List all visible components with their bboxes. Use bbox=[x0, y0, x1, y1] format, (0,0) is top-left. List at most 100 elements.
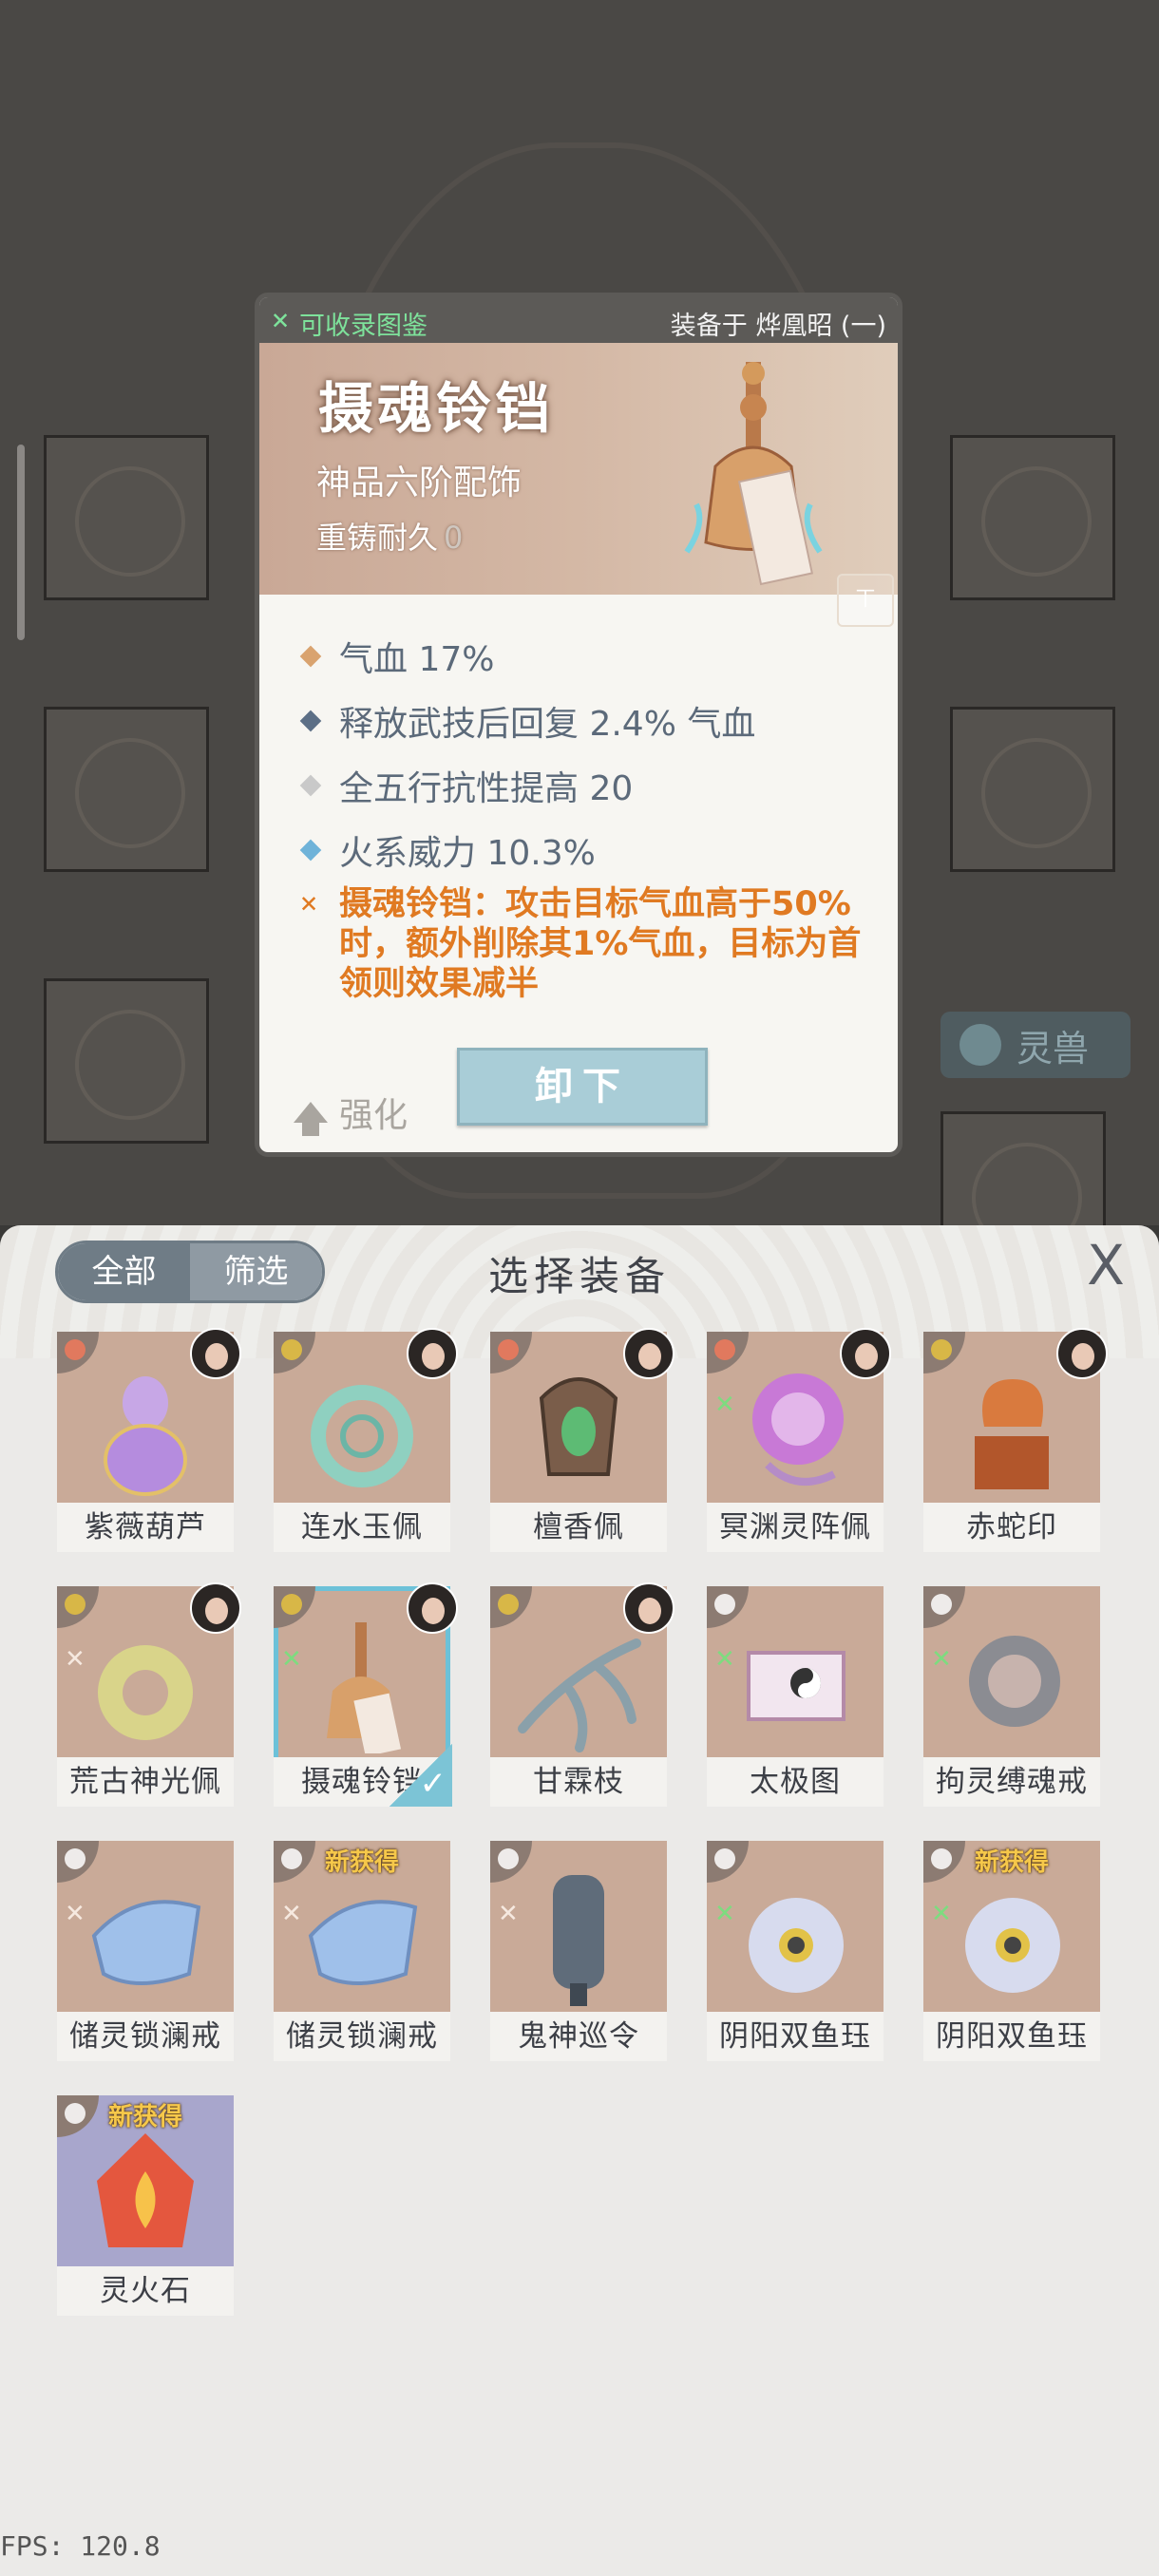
stat-text: 气血 17% bbox=[339, 640, 495, 679]
yin-yang-jade-icon bbox=[749, 1898, 844, 1993]
item-label: 鬼神巡令 bbox=[490, 2012, 667, 2061]
unequip-button[interactable]: 卸下 bbox=[457, 1048, 708, 1126]
scroll-indicator bbox=[17, 445, 25, 640]
bg-equip-slot[interactable] bbox=[44, 435, 209, 600]
branch-icon bbox=[518, 1638, 641, 1752]
item-label: 太极图 bbox=[707, 1757, 884, 1807]
equipment-item[interactable]: 甘霖枝 bbox=[490, 1582, 674, 1807]
item-label: 阴阳双鱼珏 bbox=[707, 2012, 884, 2061]
enhance-label: 强化 bbox=[339, 1096, 408, 1135]
close-icon[interactable]: X bbox=[1077, 1237, 1134, 1294]
item-label: 檀香佩 bbox=[490, 1503, 667, 1552]
bell-item-icon bbox=[327, 1622, 402, 1753]
upgrade-arrow-icon bbox=[294, 1102, 328, 1136]
character-avatar bbox=[623, 1582, 674, 1634]
gourd-icon bbox=[104, 1376, 187, 1496]
equipment-item[interactable]: ✕ 鬼神巡令 bbox=[490, 1841, 667, 2061]
new-badge: 新获得 bbox=[324, 1848, 399, 1877]
diamond-bullet-icon bbox=[299, 645, 322, 668]
stat-text: 火系威力 10.3% bbox=[339, 834, 596, 873]
bg-equip-slot[interactable] bbox=[44, 707, 209, 872]
item-label: 冥渊灵阵佩 bbox=[707, 1503, 884, 1552]
item-rank: 神品六阶配饰 bbox=[316, 464, 522, 502]
item-label: 赤蛇印 bbox=[923, 1503, 1100, 1552]
item-label: 荒古神光佩 bbox=[57, 1757, 234, 1807]
equipment-item[interactable]: ✕ 冥渊灵阵佩 bbox=[707, 1328, 891, 1552]
equipment-item[interactable]: ✕ 太极图 bbox=[707, 1586, 884, 1807]
formation-pendant-icon bbox=[752, 1373, 844, 1486]
spirit-beast-icon bbox=[960, 1024, 1001, 1066]
equipment-item[interactable]: 檀香佩 bbox=[490, 1328, 674, 1552]
special-effect: 摄魂铃铛：攻击目标气血高于50%时，额外削除其1%气血，目标为首领则效果减半 bbox=[297, 884, 877, 1004]
durability-label: 重铸耐久 bbox=[316, 520, 439, 556]
fps-counter: FPS: 120.8 bbox=[0, 2530, 161, 2562]
equipment-item-selected[interactable]: ✕ 摄魂铃铛 bbox=[274, 1582, 458, 1807]
wave-ring-icon bbox=[91, 1900, 201, 1985]
tooltip-header: 摄魂铃铛 神品六阶配饰 重铸耐久 0 ⊤ bbox=[259, 343, 898, 627]
durability: 重铸耐久 0 bbox=[316, 514, 463, 558]
item-label: 连水玉佩 bbox=[274, 1503, 450, 1552]
taiji-scroll-icon bbox=[747, 1651, 846, 1721]
ghost-token-icon bbox=[553, 1875, 604, 2006]
soul-ring-icon bbox=[969, 1636, 1060, 1727]
stat-line: 全五行抗性提高 20 bbox=[297, 761, 633, 810]
diamond-bullet-icon bbox=[299, 774, 322, 797]
character-avatar bbox=[623, 1328, 674, 1379]
item-tooltip: 可收录图鉴 装备于 烨凰昭 (一) 摄魂铃铛 神品六阶配饰 重铸耐久0 ⊤ 气血… bbox=[255, 293, 902, 1157]
equipment-item[interactable]: ✕ 新获得 阴阳双鱼珏 bbox=[923, 1841, 1100, 2061]
collectible-tag: 可收录图鉴 bbox=[269, 305, 428, 342]
bell-item-image bbox=[684, 362, 823, 586]
snake-seal-icon bbox=[975, 1379, 1049, 1489]
character-avatar bbox=[840, 1328, 891, 1379]
bg-equip-slot[interactable] bbox=[950, 435, 1115, 600]
stat-line: 释放武技后回复 2.4% 气血 bbox=[297, 696, 755, 746]
lock-button[interactable]: ⊤ bbox=[837, 574, 894, 627]
stat-text: 释放武技后回复 2.4% 气血 bbox=[339, 705, 756, 744]
tab-spirit-beast[interactable]: 灵兽 bbox=[940, 1012, 1130, 1078]
equipment-item[interactable]: ✕ 荒古神光佩 bbox=[57, 1582, 241, 1807]
equipment-item[interactable]: 新获得 灵火石 bbox=[57, 2095, 234, 2316]
character-avatar bbox=[1056, 1328, 1108, 1379]
collectible-label: 可收录图鉴 bbox=[299, 312, 428, 341]
equipment-item[interactable]: ✕ 拘灵缚魂戒 bbox=[923, 1586, 1100, 1807]
jade-pendant-icon bbox=[311, 1385, 413, 1487]
collect-icon bbox=[269, 308, 294, 336]
item-label: 紫薇葫芦 bbox=[57, 1503, 234, 1552]
character-avatar bbox=[407, 1582, 458, 1634]
item-label: 储灵锁澜戒 bbox=[57, 2012, 234, 2061]
stat-line: 火系威力 10.3% bbox=[297, 825, 596, 875]
new-badge: 新获得 bbox=[974, 1848, 1049, 1877]
bg-equip-slot[interactable] bbox=[940, 1111, 1106, 1225]
tab-spirit-beast-label: 灵兽 bbox=[1016, 1027, 1090, 1070]
character-avatar bbox=[407, 1328, 458, 1379]
panel-title: 选择装备 bbox=[487, 1253, 671, 1299]
wave-ring-icon bbox=[308, 1900, 418, 1985]
bg-equip-slot[interactable] bbox=[950, 707, 1115, 872]
special-effect-text: 摄魂铃铛：攻击目标气血高于50%时，额外削除其1%气血，目标为首领则效果减半 bbox=[339, 885, 862, 1003]
diamond-bullet-icon bbox=[299, 710, 322, 732]
selected-check-icon bbox=[390, 1744, 452, 1807]
item-label: 拘灵缚魂戒 bbox=[923, 1757, 1100, 1807]
equipped-by: 装备于 烨凰昭 (一) bbox=[670, 312, 886, 341]
stat-text: 全五行抗性提高 20 bbox=[339, 769, 634, 808]
item-name: 摄魂铃铛 bbox=[318, 376, 555, 441]
equipment-item[interactable]: 赤蛇印 bbox=[923, 1328, 1108, 1552]
equipment-item[interactable]: ✕ 储灵锁澜戒 bbox=[57, 1841, 234, 2061]
item-label: 甘霖枝 bbox=[490, 1757, 667, 1807]
special-effect-icon bbox=[297, 884, 322, 924]
yin-yang-jade-icon bbox=[965, 1898, 1060, 1993]
tooltip-topbar: 可收录图鉴 装备于 烨凰昭 (一) bbox=[259, 297, 898, 343]
bg-equip-slot[interactable] bbox=[44, 978, 209, 1144]
character-avatar bbox=[190, 1328, 241, 1379]
diamond-bullet-icon bbox=[299, 839, 322, 862]
durability-value: 0 bbox=[444, 520, 464, 556]
item-label: 储灵锁澜戒 bbox=[274, 2012, 450, 2061]
spirit-fire-stone-icon bbox=[97, 2133, 194, 2247]
equipment-item[interactable]: 紫薇葫芦 bbox=[57, 1328, 241, 1552]
item-label: 灵火石 bbox=[57, 2266, 234, 2316]
character-avatar bbox=[190, 1582, 241, 1634]
enhance-button[interactable]: 强化 bbox=[294, 1088, 408, 1137]
equipment-item[interactable]: ✕ 阴阳双鱼珏 bbox=[707, 1841, 884, 2061]
equipment-item[interactable]: 连水玉佩 bbox=[274, 1328, 458, 1552]
equipment-item[interactable]: ✕ 新获得 储灵锁澜戒 bbox=[274, 1841, 450, 2061]
